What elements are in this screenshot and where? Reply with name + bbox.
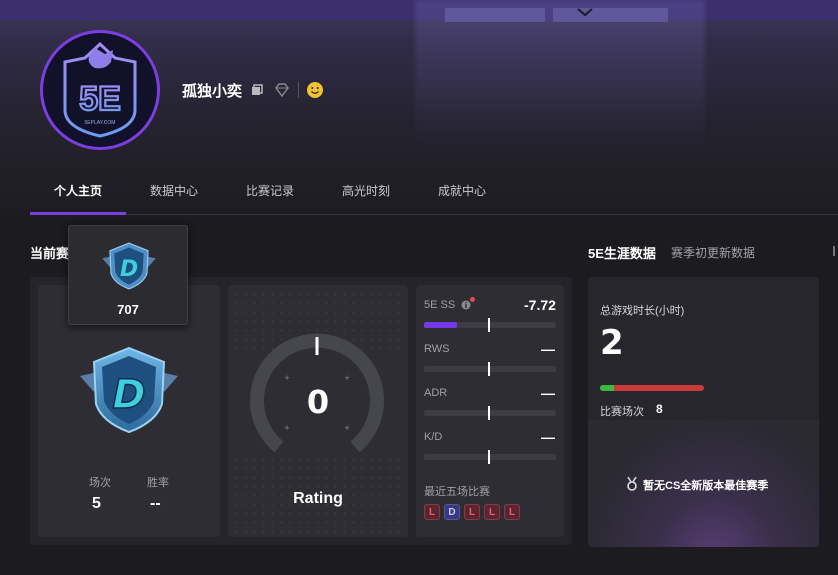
rating-value: 0 bbox=[306, 383, 330, 421]
recent-match-result[interactable]: L bbox=[484, 504, 500, 520]
best-season-text: 暂无CS全新版本最佳赛季 bbox=[643, 480, 769, 492]
winrate-value: -- bbox=[150, 495, 161, 512]
recent-match-result[interactable]: L bbox=[424, 504, 440, 520]
playtime-value: 2 bbox=[600, 323, 624, 363]
5e-logo: 5E 5EPLAY.COM bbox=[63, 41, 137, 138]
rank-d-badge: D bbox=[80, 346, 178, 434]
stat-label-rws: RWS bbox=[424, 343, 450, 355]
stat-bar-kd bbox=[424, 454, 556, 460]
smiley-icon[interactable] bbox=[306, 81, 324, 99]
stat-bar-marker bbox=[488, 318, 490, 332]
medal-icon bbox=[627, 477, 637, 491]
rating-label: Rating bbox=[293, 490, 343, 507]
career-section-title: 5E生涯数据 bbox=[588, 246, 656, 261]
stat-bar-5e-ss bbox=[424, 322, 556, 328]
next-section-edge bbox=[833, 246, 838, 256]
active-tab-indicator bbox=[30, 212, 126, 215]
rank-score: 707 bbox=[117, 302, 139, 317]
stat-value-adr: — bbox=[541, 385, 555, 401]
matches-label: 场次 bbox=[89, 477, 111, 489]
winrate-label: 胜率 bbox=[147, 477, 169, 489]
stat-label-adr: ADR bbox=[424, 387, 448, 399]
svg-text:5EPLAY.COM: 5EPLAY.COM bbox=[85, 120, 116, 126]
notification-dot bbox=[470, 297, 475, 302]
banner-decoration bbox=[415, 0, 705, 150]
matches-value: 5 bbox=[92, 495, 101, 512]
svg-text:D: D bbox=[120, 257, 138, 282]
info-icon[interactable] bbox=[461, 300, 471, 310]
tab-home[interactable]: 个人主页 bbox=[54, 182, 102, 199]
banner-tab-decoration bbox=[445, 8, 545, 22]
career-matches-value: 8 bbox=[656, 402, 663, 416]
playtime-label: 总游戏时长(小时) bbox=[600, 305, 685, 317]
recent-matches-label: 最近五场比赛 bbox=[424, 486, 490, 498]
copy-icon[interactable] bbox=[251, 84, 263, 96]
win-segment bbox=[600, 385, 614, 391]
stat-bar-adr bbox=[424, 410, 556, 416]
tab-data-center[interactable]: 数据中心 bbox=[150, 182, 198, 199]
stat-label-kd: K/D bbox=[424, 431, 443, 443]
avatar[interactable]: 5E 5EPLAY.COM bbox=[40, 30, 160, 150]
svg-text:5E: 5E bbox=[79, 80, 121, 118]
profile-page: 5E 5EPLAY.COM 孤独小奕 个人主页 数据中心 比赛记录 高光时刻 成… bbox=[0, 0, 838, 575]
svg-text:+: + bbox=[284, 423, 289, 433]
rank-score-popup: D 707 bbox=[68, 225, 188, 325]
profile-tabs: 个人主页 数据中心 比赛记录 高光时刻 成就中心 bbox=[30, 172, 838, 215]
diamond-icon[interactable] bbox=[274, 83, 290, 97]
username: 孤独小奕 bbox=[182, 83, 243, 100]
chevron-down-icon[interactable] bbox=[571, 5, 599, 19]
svg-text:D: D bbox=[112, 372, 145, 418]
recent-match-result[interactable]: L bbox=[504, 504, 520, 520]
recent-match-result[interactable]: L bbox=[464, 504, 480, 520]
stat-bar-marker bbox=[488, 362, 490, 376]
win-loss-bar bbox=[600, 385, 704, 391]
career-matches-label: 比赛场次 bbox=[600, 406, 644, 418]
svg-text:+: + bbox=[284, 373, 289, 383]
svg-text:+: + bbox=[344, 373, 349, 383]
stat-value-rws: — bbox=[541, 341, 555, 357]
stat-value-5e-ss: -7.72 bbox=[524, 297, 556, 313]
rank-d-badge-small: D bbox=[102, 242, 156, 290]
season-section-title: 当前赛 bbox=[30, 246, 70, 261]
stat-bar-marker bbox=[488, 450, 490, 464]
tab-achievements[interactable]: 成就中心 bbox=[438, 182, 486, 199]
stat-bar-rws bbox=[424, 366, 556, 372]
stat-bar-fill bbox=[424, 322, 457, 328]
recent-match-result[interactable]: D bbox=[444, 504, 460, 520]
tab-match-history[interactable]: 比赛记录 bbox=[246, 182, 294, 199]
tab-highlights[interactable]: 高光时刻 bbox=[342, 182, 390, 199]
career-section-subtitle: 赛季初更新数据 bbox=[671, 246, 756, 260]
stat-value-kd: — bbox=[541, 429, 555, 445]
svg-text:+: + bbox=[344, 423, 349, 433]
divider bbox=[298, 82, 299, 98]
stat-bar-marker bbox=[488, 406, 490, 420]
stat-label-5e-ss: 5E SS bbox=[424, 299, 456, 311]
